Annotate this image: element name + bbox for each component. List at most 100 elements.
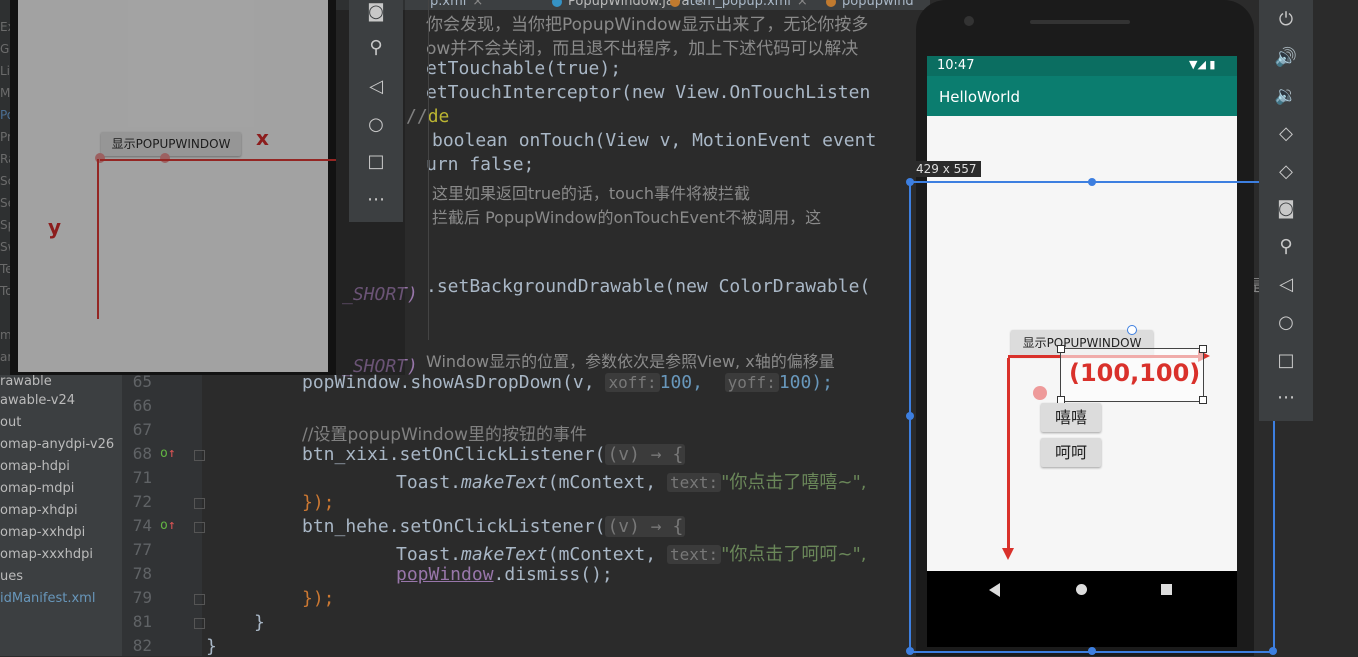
fold-icon[interactable] [194,594,205,605]
tab-label: item_popup.xml [686,0,791,9]
overview-icon[interactable]: □ [1274,349,1298,373]
java-file-icon [552,0,562,7]
tree-item[interactable]: M [0,86,10,100]
camera-dot [964,16,974,26]
more-icon[interactable]: ⋯ [1274,386,1298,410]
power-icon[interactable]: ⏻ [1274,8,1298,32]
code-fragment: btn_xixi.setOnClickListener( [302,444,606,465]
tree-item[interactable]: omap-hdpi [0,459,70,474]
code-fragment: 100, [659,372,703,393]
camera-icon[interactable]: ◙ [1274,197,1298,221]
project-tree: rawable awable-v24 out omap-anydpi-v26 o… [0,370,122,656]
override-icon[interactable]: o↑ [160,446,176,461]
signal-icon: ▼◢ ▮ [1189,58,1216,71]
tab-item-popup-xml[interactable]: item_popup.xml × [670,0,808,9]
zoom-icon[interactable]: ⚲ [364,36,388,60]
tree-item[interactable]: omap-mdpi [0,481,74,496]
selection-handle[interactable] [906,647,914,655]
selection-handle[interactable] [1088,647,1096,655]
code-fragment: (mContext, [547,472,667,493]
code-fragment: .dismiss(); [493,564,613,585]
line-number: 66 [132,396,152,415]
line-number: 74 [132,516,152,535]
code-fragment: makeText [461,544,548,565]
line-number: 81 [132,612,152,631]
tree-item[interactable]: rawable [0,374,52,389]
home-icon[interactable]: ○ [364,113,388,137]
line-number: 72 [132,492,152,511]
volume-up-icon[interactable]: 🔊 [1274,46,1298,70]
close-icon[interactable]: × [472,0,483,9]
speaker-grille [1030,20,1130,24]
app-title: HelloWorld [939,88,1021,106]
fold-icon[interactable] [194,618,205,629]
tree-item[interactable]: ues [0,569,23,584]
code-line: boolean onTouch(View v, MotionEvent even… [432,130,876,151]
camera-icon[interactable]: ◙ [364,0,388,24]
code-line: .setBackgroundDrawable(new ColorDrawable… [426,276,871,297]
code-fragment: 100); [778,372,834,393]
x-axis-line [100,159,336,161]
code-line: etTouchable(true); [426,58,621,79]
fold-icon[interactable] [194,450,205,461]
code-line: popWindow.showAsDropDown(v, xoff: 100, yo… [302,372,833,393]
override-icon[interactable]: o↑ [160,518,176,533]
code-line: }); [302,492,335,513]
y-axis-label: y [48,215,62,239]
status-bar: 10:47 ▼◢ ▮ [927,56,1237,76]
left-emulator-screen[interactable]: 显示POPUPWINDOW x y [18,0,336,372]
code-fragment: etTouchable(true); [426,58,622,79]
code-line: etTouchInterceptor(new View.OnTouchListe… [426,82,870,103]
line-number: 78 [132,564,152,583]
code-fragment: btn_hehe.setOnClickListener( [302,516,606,537]
selection-handle[interactable] [1088,178,1096,186]
string-literal: "你点击了呵呵~", [721,544,867,565]
tree-item[interactable]: idManifest.xml [0,591,95,606]
xml-file-icon [670,0,680,7]
code-line: } [206,636,217,657]
volume-down-icon[interactable]: 🔉 [1274,84,1298,108]
tab-label: p.xml [430,0,467,9]
code-line: }); [302,588,335,609]
code-comment: Window显示的位置，参数依次是参照View, x轴的偏移量 [426,352,835,371]
zoom-icon[interactable]: ⚲ [1274,235,1298,259]
lambda-hint: (v) → { [605,516,686,537]
show-popup-button[interactable]: 显示POPUPWINDOW [101,132,241,156]
code-fragment: etTouchInterceptor(new View.OnTouchListe… [426,82,871,103]
dimension-badge: 429 x 557 [912,161,981,177]
tab-p-xml[interactable]: p.xml × [430,0,483,9]
left-emulator-toolbar: ◙ ⚲ ◁ ○ □ ⋯ [349,0,403,222]
overview-icon[interactable]: □ [364,150,388,174]
back-icon[interactable]: ◁ [364,75,388,99]
code-line: popWindow.dismiss(); [396,564,613,585]
indent-guide [428,0,429,340]
fold-icon[interactable] [194,498,205,509]
tree-item[interactable]: omap-xxxhdpi [0,547,93,562]
home-icon[interactable]: ○ [1274,311,1298,335]
tree-item[interactable]: out [0,415,21,430]
close-icon[interactable]: × [797,0,808,9]
tree-item[interactable]: omap-anydpi-v26 [0,437,114,452]
rotate-left-icon[interactable]: ◇ [1274,122,1298,146]
rotate-right-icon[interactable]: ◇ [1274,160,1298,184]
selection-handle[interactable] [906,178,914,186]
tree-item[interactable]: omap-xxhdpi [0,525,85,540]
tree-item[interactable]: omap-xhdpi [0,503,78,518]
code-comment: //设置popupWindow里的按钮的事件 [302,425,588,445]
selection-box[interactable] [909,181,1275,653]
selection-handle[interactable] [1269,647,1277,655]
tab-popupwind[interactable]: popupwind [826,0,914,9]
code-fragment: Toast. [396,472,462,493]
selection-handle[interactable] [906,412,914,420]
status-time: 10:47 [937,58,975,73]
code-comment: 这里如果返回true的话，touch事件将被拦截 [432,184,750,203]
param-hint: yoff: [724,373,779,392]
more-icon[interactable]: ⋯ [364,188,388,212]
tree-item[interactable]: awable-v24 [0,393,75,408]
code-fragment: (mContext, [547,544,667,565]
back-icon[interactable]: ◁ [1274,273,1298,297]
param-hint: text: [666,545,722,564]
code-line: urn false; [426,154,534,175]
code-line: Toast.makeText(mContext, text: "你点击了呵呵~", [396,540,867,566]
fold-icon[interactable] [194,522,205,533]
